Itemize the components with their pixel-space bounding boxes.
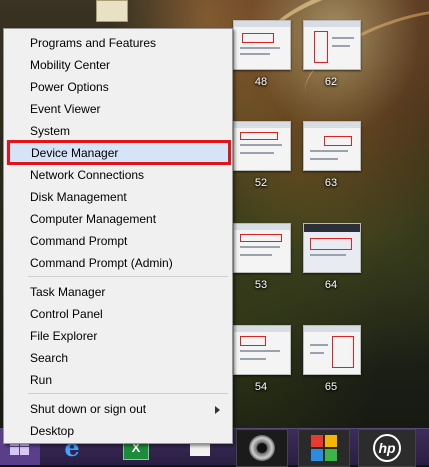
menu-item-programs-and-features[interactable]: Programs and Features [6,32,230,54]
file-thumbnail [303,223,361,273]
taskbar-puzzle-app[interactable] [298,429,350,467]
menu-item-mobility-center[interactable]: Mobility Center [6,54,230,76]
desktop-file-label: 48 [254,76,268,88]
submenu-arrow-icon [215,406,220,414]
desktop-file-54[interactable]: 54 [233,325,293,401]
menu-item-file-explorer[interactable]: File Explorer [6,325,230,347]
taskbar-camera-app[interactable] [236,429,288,467]
menu-separator [28,276,228,277]
menu-item-label: Shut down or sign out [30,402,147,416]
menu-item-command-prompt-admin[interactable]: Command Prompt (Admin) [6,252,230,274]
menu-item-computer-management[interactable]: Computer Management [6,208,230,230]
desktop-file-53[interactable]: 53 [233,223,293,299]
menu-item-run[interactable]: Run [6,369,230,391]
desktop-folder-partial[interactable] [96,0,128,22]
file-thumbnail [303,325,361,375]
desktop-file-label: 54 [254,381,268,393]
file-thumbnail [303,121,361,171]
menu-item-system[interactable]: System [6,120,230,142]
file-thumbnail [233,121,291,171]
file-thumbnail [303,20,361,70]
desktop-file-label: 63 [324,177,338,189]
menu-item-device-manager[interactable]: Device Manager [6,142,230,164]
menu-item-power-options[interactable]: Power Options [6,76,230,98]
menu-item-task-manager[interactable]: Task Manager [6,281,230,303]
file-thumbnail [233,223,291,273]
desktop-file-64[interactable]: 64 [303,223,363,299]
puzzle-app-icon [311,435,337,461]
file-thumbnail [233,20,291,70]
menu-item-search[interactable]: Search [6,347,230,369]
desktop-file-48[interactable]: 48 [233,20,293,96]
file-thumbnail [233,325,291,375]
desktop-file-52[interactable]: 52 [233,121,293,197]
menu-item-shut-down-or-sign-out[interactable]: Shut down or sign out [6,398,230,420]
desktop-file-label: 62 [324,76,338,88]
desktop-file-label: 52 [254,177,268,189]
camera-app-icon [249,435,275,461]
menu-item-disk-management[interactable]: Disk Management [6,186,230,208]
menu-item-command-prompt[interactable]: Command Prompt [6,230,230,252]
power-user-context-menu: Programs and Features Mobility Center Po… [3,28,233,444]
desktop-file-65[interactable]: 65 [303,325,363,401]
menu-separator [28,393,228,394]
menu-item-desktop[interactable]: Desktop [6,420,230,442]
desktop-file-label: 64 [324,279,338,291]
menu-item-network-connections[interactable]: Network Connections [6,164,230,186]
taskbar-hp-app[interactable]: hp [358,429,416,467]
menu-item-control-panel[interactable]: Control Panel [6,303,230,325]
desktop-file-62[interactable]: 62 [303,20,363,96]
menu-item-event-viewer[interactable]: Event Viewer [6,98,230,120]
desktop-file-label: 65 [324,381,338,393]
desktop-file-63[interactable]: 63 [303,121,363,197]
hp-icon: hp [373,434,401,462]
desktop-file-label: 53 [254,279,268,291]
